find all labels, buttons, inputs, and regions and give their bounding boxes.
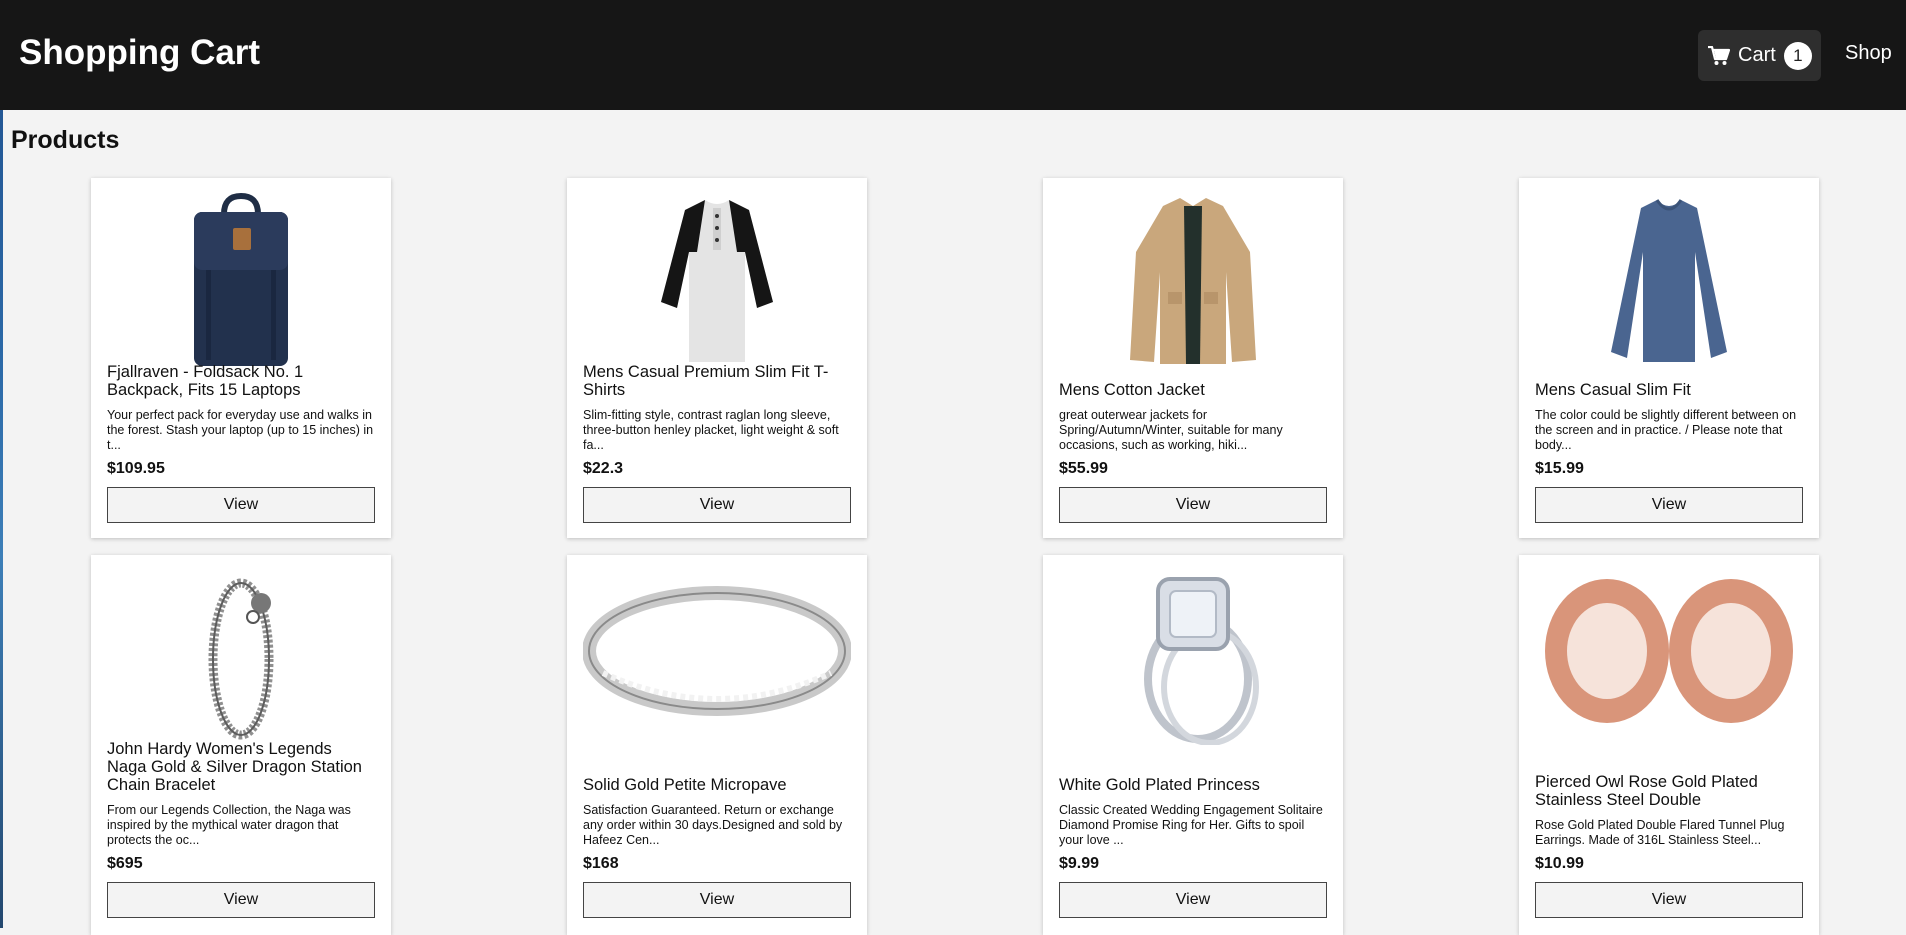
product-price: $168	[583, 855, 619, 872]
cart-label: Cart	[1738, 44, 1776, 66]
product-card: Mens Casual Premium Slim Fit T-Shirts Sl…	[567, 178, 867, 538]
product-price: $15.99	[1535, 460, 1584, 477]
product-image-ring	[583, 569, 851, 745]
cart-button[interactable]: Cart 1	[1698, 30, 1821, 81]
view-button[interactable]: View	[107, 487, 375, 523]
product-description: Your perfect pack for everyday use and w…	[107, 408, 374, 452]
product-title[interactable]: Mens Casual Premium Slim Fit T-Shirts	[583, 363, 851, 399]
view-button[interactable]: View	[583, 487, 851, 523]
product-description: Satisfaction Guaranteed. Return or excha…	[583, 803, 843, 847]
product-card: Mens Cotton Jacket great outerwear jacke…	[1043, 178, 1343, 538]
product-image-princess-ring	[1059, 569, 1327, 745]
product-image-tshirt	[583, 192, 851, 368]
product-card: Fjallraven - Foldsack No. 1 Backpack, Fi…	[91, 178, 391, 538]
products-heading: Products	[11, 126, 120, 154]
product-price: $109.95	[107, 460, 165, 477]
product-image-backpack	[107, 192, 375, 368]
product-image-bracelet	[107, 569, 375, 745]
product-card: Solid Gold Petite Micropave Satisfaction…	[567, 555, 867, 935]
product-card: Pierced Owl Rose Gold Plated Stainless S…	[1519, 555, 1819, 935]
view-button[interactable]: View	[107, 882, 375, 918]
product-description: great outerwear jackets for Spring/Autum…	[1059, 408, 1283, 452]
app-title: Shopping Cart	[19, 33, 261, 72]
product-image-plugs	[1535, 569, 1803, 745]
product-title[interactable]: Mens Casual Slim Fit	[1535, 381, 1803, 399]
product-price: $9.99	[1059, 855, 1100, 872]
product-title[interactable]: White Gold Plated Princess	[1059, 776, 1327, 794]
product-title[interactable]: Fjallraven - Foldsack No. 1 Backpack, Fi…	[107, 363, 375, 399]
product-description: Classic Created Wedding Engagement Solit…	[1059, 803, 1323, 847]
view-button[interactable]: View	[1059, 882, 1327, 918]
product-image-longsleeve	[1535, 192, 1803, 368]
product-title[interactable]: Solid Gold Petite Micropave	[583, 776, 851, 794]
product-description: Slim-fitting style, contrast raglan long…	[583, 408, 839, 452]
product-card: Mens Casual Slim Fit The color could be …	[1519, 178, 1819, 538]
view-button[interactable]: View	[1535, 487, 1803, 523]
product-description: From our Legends Collection, the Naga wa…	[107, 803, 351, 847]
cart-count-badge: 1	[1783, 41, 1812, 70]
product-price: $10.99	[1535, 855, 1584, 872]
shopping-cart-icon	[1708, 45, 1730, 66]
product-title[interactable]: John Hardy Women's Legends Naga Gold & S…	[107, 740, 375, 794]
product-card: White Gold Plated Princess Classic Creat…	[1043, 555, 1343, 935]
view-button[interactable]: View	[1059, 487, 1327, 523]
shop-link[interactable]: Shop	[1845, 42, 1892, 65]
product-price: $55.99	[1059, 460, 1108, 477]
product-card: John Hardy Women's Legends Naga Gold & S…	[91, 555, 391, 935]
top-navbar: Shopping Cart Cart 1 Shop	[0, 0, 1906, 110]
product-description: The color could be slightly different be…	[1535, 408, 1797, 452]
view-button[interactable]: View	[1535, 882, 1803, 918]
product-title[interactable]: Mens Cotton Jacket	[1059, 381, 1327, 399]
window-edge	[0, 0, 3, 928]
product-description: Rose Gold Plated Double Flared Tunnel Pl…	[1535, 818, 1785, 847]
view-button[interactable]: View	[583, 882, 851, 918]
product-price: $695	[107, 855, 143, 872]
product-image-jacket	[1059, 192, 1327, 368]
product-price: $22.3	[583, 460, 624, 477]
product-title[interactable]: Pierced Owl Rose Gold Plated Stainless S…	[1535, 773, 1803, 809]
